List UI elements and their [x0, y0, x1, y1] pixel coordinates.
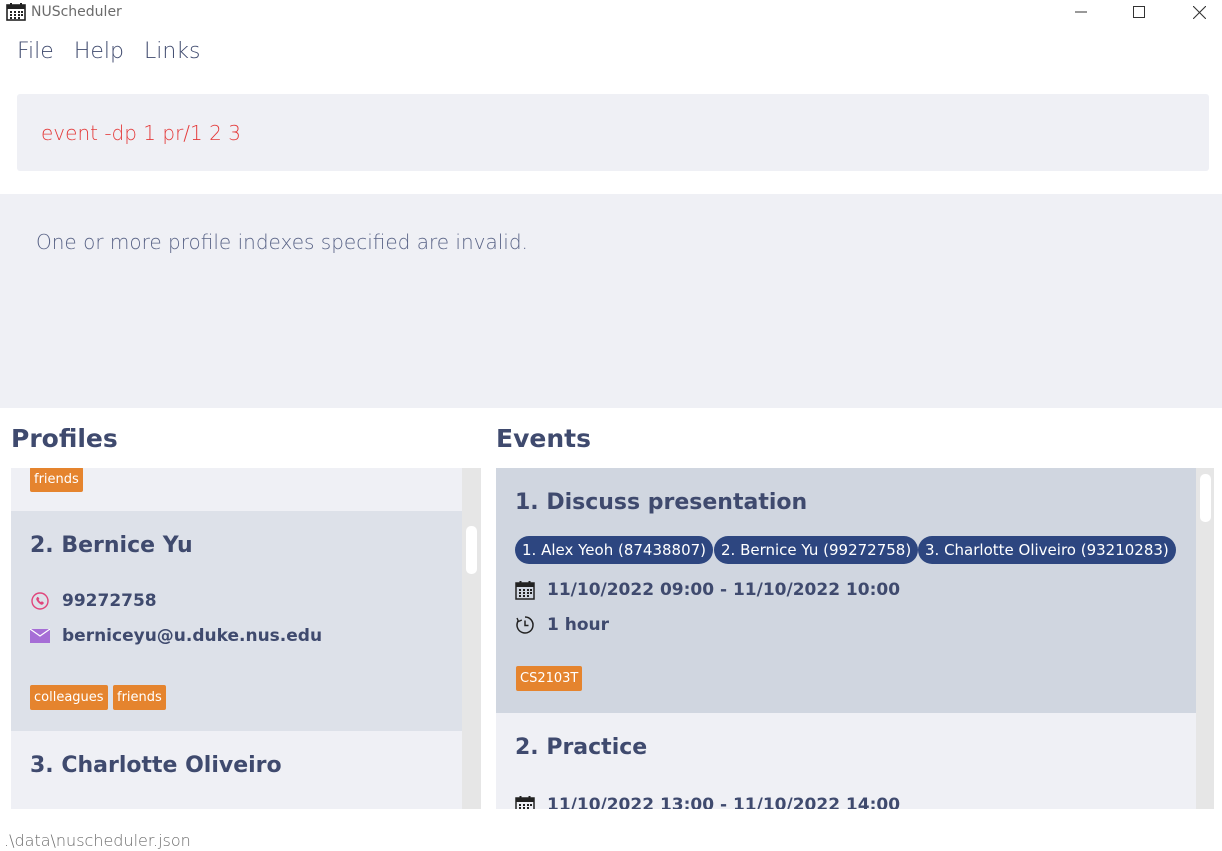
email-icon [30, 626, 50, 646]
clock-icon [515, 615, 535, 635]
profile-email-text: berniceyu@u.duke.nus.edu [62, 626, 323, 646]
close-button[interactable] [1176, 0, 1222, 24]
menu-file[interactable]: File [0, 36, 66, 70]
event-datetime: 11/10/2022 09:00 - 11/10/2022 10:00 [515, 580, 900, 600]
status-bar-path: .\data\nuscheduler.json [4, 831, 191, 850]
calendar-icon [6, 3, 26, 21]
title-bar: NUScheduler [0, 0, 1222, 24]
event-card[interactable]: 2. Practice 11/10/2022 13:00 - 11/10/202… [496, 713, 1196, 809]
event-tag: CS2103T [516, 666, 583, 691]
command-box[interactable] [17, 94, 1209, 171]
profile-phone: 99272758 [30, 591, 157, 611]
profile-card[interactable]: 3. Charlotte Oliveiro [11, 731, 462, 809]
profile-tag: friends [113, 685, 166, 710]
profile-tag: friends [30, 468, 83, 492]
event-datetime-text: 11/10/2022 13:00 - 11/10/2022 14:00 [547, 795, 901, 809]
profile-tag: colleagues [30, 685, 108, 710]
profiles-scrollbar[interactable] [462, 468, 481, 809]
menu-links[interactable]: Links [136, 36, 213, 70]
attendee-pill: 2. Bernice Yu (99272758) [714, 536, 919, 564]
event-datetime: 11/10/2022 13:00 - 11/10/2022 14:00 [515, 795, 900, 809]
profile-email: berniceyu@u.duke.nus.edu [30, 626, 322, 646]
events-list[interactable]: 1. Discuss presentation 1. Alex Yeoh (87… [496, 468, 1214, 809]
app-window: NUScheduler File Help Links One or more … [0, 0, 1222, 851]
attendee-pill: 1. Alex Yeoh (87438807) [515, 536, 714, 564]
profile-name: 3. Charlotte Oliveiro [30, 753, 282, 778]
profiles-list[interactable]: friends 2. Bernice Yu 99272758 berniceyu… [11, 468, 481, 809]
attendee-pill: 3. Charlotte Oliveiro (93210283) [918, 536, 1176, 564]
calendar-icon [515, 795, 535, 809]
events-scrollbar[interactable] [1196, 468, 1214, 809]
events-header: Events [496, 424, 591, 453]
window-title: NUScheduler [31, 4, 122, 20]
event-duration: 1 hour [515, 615, 609, 635]
profile-card[interactable]: 2. Bernice Yu 99272758 berniceyu@u.duke.… [11, 511, 462, 731]
maximize-button[interactable] [1116, 0, 1162, 24]
phone-icon [30, 591, 50, 611]
profile-card[interactable]: friends [11, 468, 462, 511]
result-display: One or more profile indexes specified ar… [0, 194, 1222, 408]
event-card[interactable]: 1. Discuss presentation 1. Alex Yeoh (87… [496, 468, 1196, 713]
result-message: One or more profile indexes specified ar… [36, 230, 528, 254]
menu-help[interactable]: Help [66, 36, 136, 70]
event-title: 1. Discuss presentation [515, 490, 808, 515]
event-datetime-text: 11/10/2022 09:00 - 11/10/2022 10:00 [547, 580, 901, 600]
profiles-scroll-thumb[interactable] [466, 526, 477, 574]
command-input[interactable] [41, 121, 1141, 145]
menu-bar: File Help Links [0, 36, 213, 70]
minimize-button[interactable] [1058, 0, 1104, 24]
event-title: 2. Practice [515, 735, 648, 760]
event-duration-text: 1 hour [547, 615, 610, 635]
profiles-header: Profiles [11, 424, 118, 453]
events-scroll-thumb[interactable] [1200, 474, 1211, 522]
calendar-icon [515, 580, 535, 600]
profile-phone-text: 99272758 [62, 591, 157, 611]
profile-name: 2. Bernice Yu [30, 533, 193, 558]
